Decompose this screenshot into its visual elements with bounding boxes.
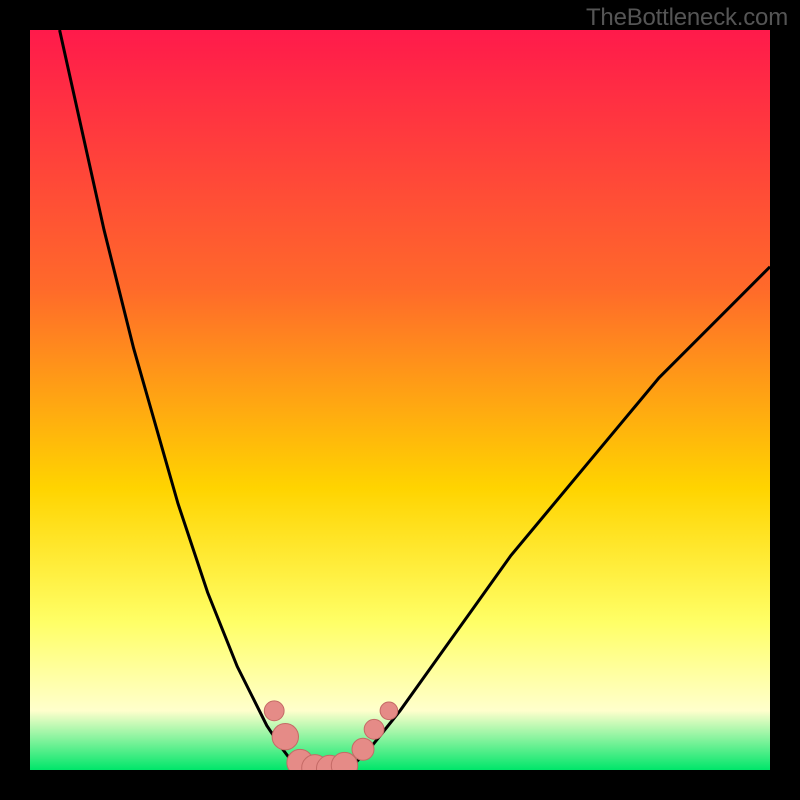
bottleneck-curve-chart bbox=[30, 30, 770, 770]
plot-area bbox=[30, 30, 770, 770]
attribution-watermark: TheBottleneck.com bbox=[586, 4, 788, 32]
right-dot-upper bbox=[380, 702, 398, 720]
right-dot-lower bbox=[352, 738, 374, 760]
left-dot-lower bbox=[272, 724, 298, 750]
chart-frame: TheBottleneck.com bbox=[0, 0, 800, 800]
left-dot-upper bbox=[264, 701, 284, 721]
right-dot-mid bbox=[364, 719, 384, 739]
gradient-background bbox=[30, 30, 770, 770]
